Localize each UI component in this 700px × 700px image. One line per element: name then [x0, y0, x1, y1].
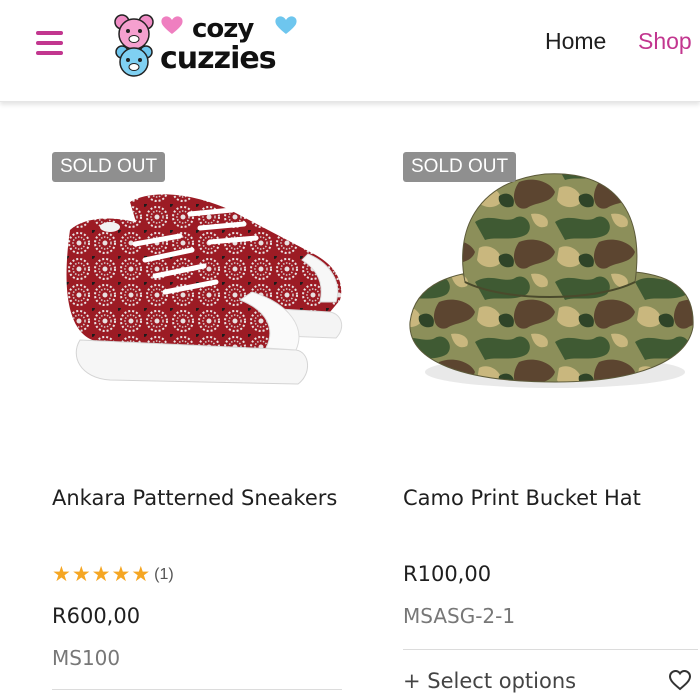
menu-bar [36, 41, 63, 45]
camo-bucket-hat-image [409, 173, 694, 388]
divider [403, 649, 698, 650]
sold-out-badge: SOLD OUT [52, 152, 166, 182]
star-icon: ★ [91, 562, 111, 586]
nav-link-home[interactable]: Home [545, 28, 606, 55]
select-options-button[interactable]: + Select options [403, 669, 576, 693]
review-count[interactable]: (1) [154, 566, 174, 584]
star-icon: ★ [131, 562, 151, 586]
product-image-sneakers[interactable]: SOLD OUT [40, 152, 350, 412]
menu-bar [36, 31, 63, 35]
product-title[interactable]: Camo Print Bucket Hat [403, 486, 641, 510]
star-icon: ★ [111, 562, 131, 586]
sold-out-badge: SOLD OUT [403, 152, 517, 182]
product-card[interactable]: SOLD OUT Camo Print Bucket Hat R100,00 M [395, 152, 700, 693]
star-icon: ★ [71, 562, 91, 586]
site-logo[interactable]: cozy cuzzies [110, 8, 310, 80]
product-title[interactable]: Ankara Patterned Sneakers [52, 486, 337, 510]
logo-text-cozy: cozy [192, 14, 254, 44]
star-icon: ★ [52, 562, 71, 586]
nav-link-shop[interactable]: Shop [638, 28, 692, 55]
heart-icon[interactable] [668, 668, 692, 692]
star-rating: ★ ★ ★ ★ ★ (1) [52, 564, 174, 585]
product-sku: MS100 [52, 646, 121, 670]
product-price: R100,00 [403, 562, 492, 586]
product-sku: MSASG-2-1 [403, 604, 516, 628]
site-header: cozy cuzzies Home Shop [0, 0, 700, 102]
menu-bar [36, 51, 63, 55]
logo-text-cuzzies: cuzzies [160, 41, 277, 76]
product-card[interactable]: SOLD OUT Ankara Patterned Sneakers ★ ★ ★… [40, 152, 350, 690]
divider [52, 689, 342, 690]
product-image-bucket-hat[interactable]: SOLD OUT [395, 152, 700, 412]
product-price: R600,00 [52, 604, 141, 628]
hamburger-menu-icon[interactable] [36, 31, 63, 55]
ankara-sneakers-image [66, 194, 343, 385]
